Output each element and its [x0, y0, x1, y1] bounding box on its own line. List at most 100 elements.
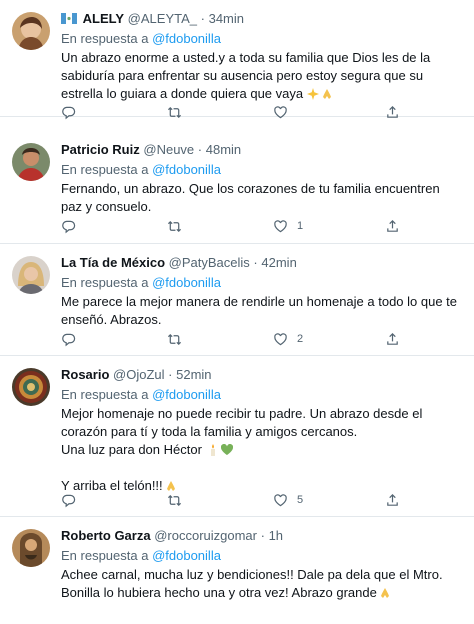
- praying-hands-icon: [166, 481, 175, 491]
- reply-context: En respuesta a @fdobonilla: [61, 161, 464, 178]
- heart-icon: [274, 332, 287, 345]
- like-count: 5: [297, 494, 304, 506]
- tweet-text: Mejor homenaje no puede recibir tu padre…: [61, 405, 464, 495]
- display-name[interactable]: Roberto Garza: [61, 528, 151, 543]
- share-button[interactable]: [385, 331, 400, 347]
- reply-button[interactable]: [61, 492, 76, 508]
- tweet-text: Achee carnal, mucha luz y bendiciones!! …: [61, 566, 464, 602]
- share-button[interactable]: [385, 104, 400, 120]
- reply-prefix: En respuesta a: [61, 162, 149, 177]
- tweet-text-body: Un abrazo enorme a usted.y a toda su fam…: [61, 50, 434, 101]
- separator-dot: ·: [200, 11, 205, 26]
- tweet-actions: [61, 104, 401, 120]
- timestamp[interactable]: 34min: [209, 11, 244, 26]
- tweet-header: Patricio Ruiz @Neuve · 48min: [61, 141, 464, 158]
- timestamp[interactable]: 52min: [176, 367, 211, 382]
- separator-dot: ·: [197, 142, 203, 157]
- tweet-text: Un abrazo enorme a usted.y a toda su fam…: [61, 49, 464, 103]
- retweet-icon: [167, 220, 182, 232]
- separator-dot: ·: [260, 528, 265, 543]
- reply-context: En respuesta a @fdobonilla: [61, 274, 464, 291]
- display-name[interactable]: La Tía de México: [61, 255, 165, 270]
- mention-link[interactable]: @fdobonilla: [152, 387, 221, 402]
- reply-icon: [62, 494, 76, 507]
- mention-link[interactable]: @fdobonilla: [152, 31, 221, 46]
- tweet-text-line: Una luz para don Héctor: [61, 442, 202, 457]
- tweet-header: ALELY @ALEYTA_ · 34min: [61, 10, 464, 27]
- reply-prefix: En respuesta a: [61, 31, 149, 46]
- tweet-text-body: Mejor homenaje no puede recibir tu padre…: [61, 406, 426, 439]
- username[interactable]: @roccoruizgomar: [154, 528, 257, 543]
- tweet-text: Me parece la mejor manera de rendirle un…: [61, 294, 461, 327]
- reply-prefix: En respuesta a: [61, 275, 149, 290]
- display-name[interactable]: Rosario: [61, 367, 109, 382]
- sparkles-icon: [307, 88, 320, 100]
- timestamp[interactable]: 1h: [269, 528, 283, 543]
- retweet-icon: [167, 494, 182, 506]
- candle-icon: [210, 444, 215, 456]
- share-icon: [387, 493, 398, 506]
- username[interactable]: @Neuve: [143, 142, 194, 157]
- reply-prefix: En respuesta a: [61, 387, 149, 402]
- share-button[interactable]: [385, 218, 400, 234]
- praying-hands-icon: [323, 89, 332, 99]
- username[interactable]: @PatyBacelis: [169, 255, 250, 270]
- separator-dot: ·: [168, 367, 173, 382]
- username[interactable]: @ALEYTA_: [128, 11, 197, 26]
- timestamp[interactable]: 48min: [206, 142, 241, 157]
- reply-tweet[interactable]: Rosario @OjoZul · 52min En respuesta a @…: [0, 356, 474, 517]
- timestamp[interactable]: 42min: [261, 255, 296, 270]
- retweet-button[interactable]: [167, 104, 182, 120]
- tweet-actions: 1: [61, 218, 401, 234]
- heart-icon: [274, 105, 287, 118]
- like-count: 2: [297, 333, 304, 345]
- replies-feed: ALELY @ALEYTA_ · 34min En respuesta a @f…: [0, 0, 474, 624]
- tweet-text-body: Achee carnal, mucha luz y bendiciones!! …: [61, 567, 450, 600]
- mention-link[interactable]: @fdobonilla: [152, 275, 221, 290]
- heart-icon: [274, 493, 287, 506]
- avatar[interactable]: [12, 256, 50, 294]
- retweet-button[interactable]: [167, 492, 182, 508]
- avatar[interactable]: [12, 368, 50, 406]
- retweet-button[interactable]: [167, 331, 182, 347]
- tweet-text-line: Y arriba el telón!!!: [61, 478, 163, 493]
- heart-icon: [274, 219, 287, 232]
- reply-button[interactable]: [61, 331, 76, 347]
- separator-dot: ·: [253, 255, 258, 270]
- share-icon: [387, 332, 398, 345]
- reply-tweet[interactable]: Patricio Ruiz @Neuve · 48min En respuest…: [0, 131, 474, 244]
- retweet-icon: [167, 333, 182, 345]
- reply-context: En respuesta a @fdobonilla: [61, 386, 464, 403]
- tweet-actions: 5: [61, 492, 401, 508]
- reply-tweet[interactable]: ALELY @ALEYTA_ · 34min En respuesta a @f…: [0, 0, 474, 120]
- like-button[interactable]: 5: [273, 492, 303, 508]
- share-icon: [387, 105, 398, 118]
- tweet-header: Rosario @OjoZul · 52min: [61, 366, 464, 383]
- like-count: 1: [297, 220, 304, 232]
- share-button[interactable]: [385, 492, 400, 508]
- tweet-actions: 2: [61, 331, 401, 347]
- mention-link[interactable]: @fdobonilla: [152, 162, 221, 177]
- reply-context: En respuesta a @fdobonilla: [61, 547, 464, 564]
- display-name[interactable]: Patricio Ruiz: [61, 142, 140, 157]
- avatar[interactable]: [12, 529, 50, 567]
- reply-tweet[interactable]: Roberto Garza @roccoruizgomar · 1h En re…: [0, 517, 474, 624]
- reply-prefix: En respuesta a: [61, 548, 149, 563]
- reply-tweet[interactable]: La Tía de México @PatyBacelis · 42min En…: [0, 244, 474, 356]
- green-heart-icon: [220, 444, 233, 455]
- retweet-button[interactable]: [167, 218, 182, 234]
- avatar[interactable]: [12, 143, 50, 181]
- praying-hands-icon: [380, 588, 389, 598]
- like-button[interactable]: 1: [273, 218, 303, 234]
- avatar[interactable]: [12, 12, 50, 50]
- tweet-header: Roberto Garza @roccoruizgomar · 1h: [61, 527, 464, 544]
- retweet-icon: [167, 106, 182, 118]
- reply-button[interactable]: [61, 104, 76, 120]
- reply-icon: [62, 220, 76, 233]
- mention-link[interactable]: @fdobonilla: [152, 548, 221, 563]
- like-button[interactable]: 2: [273, 331, 303, 347]
- like-button[interactable]: [273, 104, 297, 120]
- display-name[interactable]: ALELY: [83, 11, 124, 26]
- reply-button[interactable]: [61, 218, 76, 234]
- username[interactable]: @OjoZul: [113, 367, 165, 382]
